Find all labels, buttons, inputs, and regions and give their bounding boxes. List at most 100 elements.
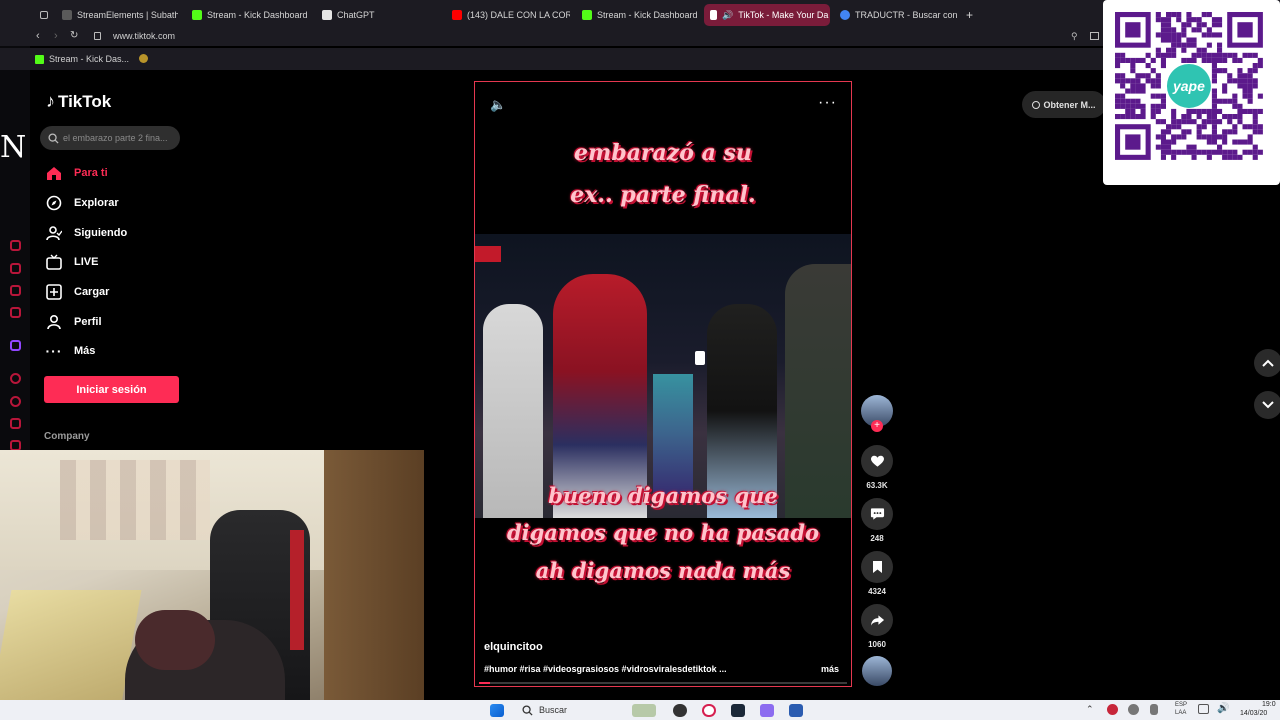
next-video-button[interactable] [1254,391,1280,419]
word-icon[interactable] [789,704,803,717]
get-app-button[interactable]: Obtener M... [1022,91,1106,118]
snapshot-icon[interactable] [1090,32,1099,40]
clock-date[interactable]: 14/03/20 [1240,710,1267,717]
bookmark-icon[interactable] [139,54,148,63]
twitch-icon[interactable] [10,340,21,351]
video-more-link[interactable]: más [821,664,839,674]
bookmark-icon[interactable] [861,551,893,583]
qr-module [1211,93,1217,99]
qr-module [1211,149,1217,155]
taskbar-app-icon[interactable] [673,704,687,717]
qr-module [1166,37,1172,43]
tab-youtube[interactable]: (143) DALE CON LA CORR [446,4,570,26]
qr-module [1211,52,1217,58]
tray-chevron-icon[interactable]: ⌃ [1086,704,1094,715]
discord-icon[interactable] [760,704,774,717]
widget-icon[interactable] [632,704,656,717]
search-input[interactable]: el embarazo parte 2 fina... [40,126,180,150]
music-disc[interactable] [861,656,893,686]
heart-icon[interactable] [861,445,893,477]
qr-module [1120,52,1126,58]
qr-module [1201,57,1207,63]
qr-module [1222,134,1228,140]
video-progress-bar[interactable] [479,682,847,684]
nav-item-explorar[interactable]: Explorar [46,192,119,214]
language-indicator[interactable]: ESP [1175,702,1187,708]
qr-module [1186,22,1192,28]
tab-chatgpt[interactable]: ChatGPT [316,4,376,26]
nav-item-cargar[interactable]: Cargar [46,281,109,303]
qr-module [1227,149,1233,155]
chatgpt-icon [322,10,332,20]
tray-app-icon[interactable] [1107,704,1118,715]
qr-module [1247,139,1253,145]
qr-module [1160,129,1166,135]
creator-avatar[interactable]: + [861,395,893,432]
qr-module [1211,17,1217,23]
nav-item-live[interactable]: LIVE [46,251,98,273]
video-player[interactable]: 🔈 ··· embarazó a su ex.. parte final. bu… [474,81,852,687]
comment-action[interactable]: 248 [861,498,893,543]
history-icon[interactable] [10,396,21,407]
login-button[interactable]: Iniciar sesión [44,376,179,403]
nav-item-siguiendo[interactable]: Siguiendo [46,222,127,244]
more-options-icon[interactable]: ··· [818,94,837,112]
bookmark-kick[interactable]: Stream - Kick Das... [49,54,129,64]
volume-tray-icon[interactable]: 🔊 [1217,703,1229,714]
qr-module [1237,139,1243,145]
qr-module [1206,32,1212,38]
follow-plus-icon[interactable]: + [871,420,883,432]
url-field[interactable]: www.tiktok.com [113,31,175,41]
tab-streamelements[interactable]: StreamElements | Subatho [56,4,178,26]
opera-taskbar-icon[interactable] [702,704,716,717]
taskbar-search[interactable]: Buscar [539,705,567,715]
tab-kick-dashboard-2[interactable]: Stream - Kick Dashboard [576,4,698,26]
sidebar-app-icon[interactable] [10,373,21,384]
qr-module [1211,139,1217,145]
microphone-icon[interactable] [1150,704,1158,715]
nav-item-perfil[interactable]: Perfil [46,311,102,333]
qr-module [1206,154,1212,160]
reload-icon[interactable]: ↻ [70,30,78,41]
share-icon[interactable] [861,604,893,636]
sidebar-app-icon[interactable] [10,307,21,318]
qr-module [1217,108,1223,114]
volume-icon[interactable]: 🔈 [490,97,506,113]
new-tab-button[interactable]: + [960,4,978,26]
like-count: 63.3K [866,481,888,490]
qr-module [1181,114,1187,120]
qr-module [1211,98,1217,104]
windows-start-icon[interactable] [490,704,504,717]
comment-icon[interactable] [861,498,893,530]
tab-overview-icon[interactable] [34,4,54,26]
qr-module [1222,52,1228,58]
sidebar-app-icon[interactable] [10,418,21,429]
tab-kick-dashboard[interactable]: Stream - Kick Dashboard [186,4,308,26]
network-icon[interactable] [1198,704,1209,714]
tab-tiktok[interactable]: 🔊 TikTok - Make Your Da [704,4,830,26]
tab-google[interactable]: TRADUCTR - Buscar con [834,4,958,26]
nav-item-mas[interactable]: ··· Más [46,340,96,362]
previous-video-button[interactable] [1254,349,1280,377]
clock-time[interactable]: 19:0 [1262,701,1276,708]
qr-module [1145,63,1151,69]
company-link[interactable]: Company [44,431,90,442]
forward-icon[interactable]: › [54,30,58,42]
nav-item-para-ti[interactable]: Para ti [46,162,108,184]
sidebar-app-icon[interactable] [10,263,21,274]
qr-module [1191,119,1197,125]
like-action[interactable]: 63.3K [861,445,893,490]
share-action[interactable]: 1060 [861,604,893,649]
back-icon[interactable]: ‹ [36,30,40,42]
sidebar-app-icon[interactable] [10,285,21,296]
tiktok-logo[interactable]: ♪ TikTok [46,91,111,112]
sidebar-app-icon[interactable] [10,240,21,251]
qr-module [1191,108,1197,114]
bookmark-action[interactable]: 4324 [861,551,893,596]
video-author[interactable]: elquincitoo [484,641,543,653]
tray-app-icon[interactable] [1128,704,1139,715]
qr-module [1252,119,1258,125]
qr-module [1191,17,1197,23]
pin-icon[interactable]: ⚲ [1071,31,1078,42]
steam-icon[interactable] [731,704,745,717]
